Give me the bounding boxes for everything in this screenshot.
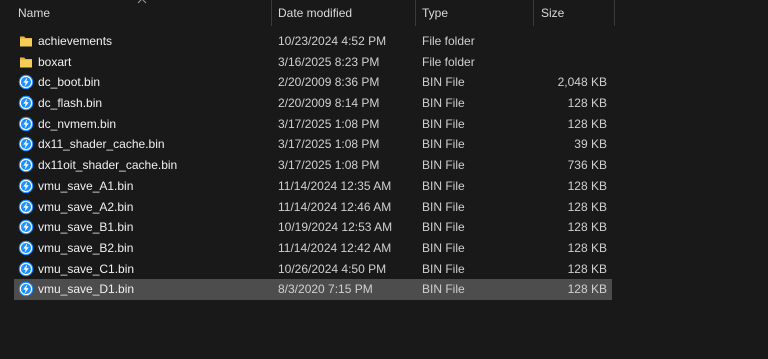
file-date-modified: 3/17/2025 1:08 PM bbox=[278, 116, 380, 131]
file-type: BIN File bbox=[422, 178, 465, 193]
bin-file-icon bbox=[18, 116, 34, 132]
file-date-modified: 10/26/2024 4:50 PM bbox=[278, 261, 387, 276]
file-type: BIN File bbox=[422, 199, 465, 214]
file-date-modified: 10/23/2024 4:52 PM bbox=[278, 34, 387, 48]
file-row[interactable]: dx11_shader_cache.bin 3/17/2025 1:08 PM BI… bbox=[0, 134, 768, 155]
file-size: 128 KB bbox=[567, 116, 607, 131]
file-date-modified: 8/3/2020 7:15 PM bbox=[278, 282, 373, 297]
file-row[interactable]: vmu_save_A2.bin 11/14/2024 12:46 AM BIN Fi… bbox=[0, 197, 768, 218]
column-divider[interactable] bbox=[415, 0, 416, 26]
column-header-name[interactable]: Name bbox=[18, 0, 50, 26]
file-row[interactable]: vmu_save_D1.bin 8/3/2020 7:15 PM BIN File 1… bbox=[0, 279, 768, 300]
file-date-modified: 10/19/2024 12:53 AM bbox=[278, 220, 393, 235]
file-type: BIN File bbox=[422, 137, 465, 152]
bin-file-icon bbox=[18, 74, 34, 90]
file-size: 128 KB bbox=[567, 96, 607, 111]
file-name[interactable]: vmu_save_A2.bin bbox=[38, 197, 133, 218]
bin-file-icon bbox=[18, 178, 34, 194]
file-list: achievements 10/23/2024 4:52 PM File folde… bbox=[0, 31, 768, 300]
file-type: BIN File bbox=[422, 282, 465, 297]
file-type: BIN File bbox=[422, 96, 465, 111]
column-divider[interactable] bbox=[533, 0, 534, 26]
bin-file-icon bbox=[18, 219, 34, 235]
file-date-modified: 11/14/2024 12:42 AM bbox=[278, 240, 392, 255]
bin-file-icon bbox=[18, 157, 34, 173]
file-row[interactable]: vmu_save_B2.bin 11/14/2024 12:42 AM BIN Fi… bbox=[0, 238, 768, 259]
file-row[interactable]: dc_flash.bin 2/20/2009 8:14 PM BIN File 128… bbox=[0, 93, 768, 114]
file-row[interactable]: boxart 3/16/2025 8:23 PM File folder bbox=[0, 52, 768, 73]
file-type: BIN File bbox=[422, 240, 465, 255]
file-type: BIN File bbox=[422, 75, 465, 90]
file-date-modified: 3/16/2025 8:23 PM bbox=[278, 54, 380, 69]
file-name[interactable]: vmu_save_B1.bin bbox=[38, 217, 133, 238]
file-row[interactable]: dx11oit_shader_cache.bin 3/17/2025 1:08 P… bbox=[0, 155, 768, 176]
file-size: 128 KB bbox=[567, 240, 607, 255]
file-name[interactable]: dc_boot.bin bbox=[38, 72, 100, 93]
file-name[interactable]: vmu_save_B2.bin bbox=[38, 238, 133, 259]
sort-ascending-icon[interactable] bbox=[137, 0, 147, 4]
file-size: 2,048 KB bbox=[557, 75, 607, 90]
file-row[interactable]: vmu_save_A1.bin 11/14/2024 12:35 AM BIN Fi… bbox=[0, 176, 768, 197]
file-type: File folder bbox=[422, 34, 475, 48]
file-date-modified: 11/14/2024 12:35 AM bbox=[278, 178, 392, 193]
file-date-modified: 2/20/2009 8:14 PM bbox=[278, 96, 380, 111]
file-date-modified: 11/14/2024 12:46 AM bbox=[278, 199, 392, 214]
folder-icon bbox=[18, 33, 34, 49]
bin-file-icon bbox=[18, 95, 34, 111]
file-date-modified: 3/17/2025 1:08 PM bbox=[278, 158, 380, 173]
bin-file-icon bbox=[18, 281, 34, 297]
file-name[interactable]: dx11oit_shader_cache.bin bbox=[38, 155, 177, 176]
file-date-modified: 2/20/2009 8:36 PM bbox=[278, 75, 380, 90]
column-divider[interactable] bbox=[614, 0, 615, 26]
file-date-modified: 3/17/2025 1:08 PM bbox=[278, 137, 380, 152]
file-type: BIN File bbox=[422, 220, 465, 235]
file-size: 128 KB bbox=[567, 178, 607, 193]
file-size: 128 KB bbox=[567, 199, 607, 214]
file-name[interactable]: achievements bbox=[38, 31, 112, 52]
file-size: 128 KB bbox=[567, 220, 607, 235]
file-type: BIN File bbox=[422, 116, 465, 131]
file-size bbox=[540, 52, 607, 73]
bin-file-icon bbox=[18, 240, 34, 256]
bin-file-icon bbox=[18, 199, 34, 215]
file-row[interactable]: dc_boot.bin 2/20/2009 8:36 PM BIN File 2,04… bbox=[0, 72, 768, 93]
file-row[interactable]: dc_nvmem.bin 3/17/2025 1:08 PM BIN File 128… bbox=[0, 114, 768, 135]
file-row[interactable]: vmu_save_C1.bin 10/26/2024 4:50 PM BIN Fil… bbox=[0, 259, 768, 280]
column-header-bar: Name Date modified Type Size bbox=[0, 0, 768, 26]
column-header-date-modified[interactable]: Date modified bbox=[278, 0, 352, 26]
column-divider[interactable] bbox=[271, 0, 272, 26]
file-name[interactable]: dc_nvmem.bin bbox=[38, 114, 116, 135]
file-name[interactable]: vmu_save_D1.bin bbox=[38, 279, 134, 300]
file-size: 736 KB bbox=[567, 158, 607, 173]
file-name[interactable]: dx11_shader_cache.bin bbox=[38, 134, 165, 155]
column-header-type[interactable]: Type bbox=[422, 0, 448, 26]
file-row[interactable]: achievements 10/23/2024 4:52 PM File folde… bbox=[0, 31, 768, 52]
file-size: 39 KB bbox=[574, 137, 607, 152]
file-name[interactable]: dc_flash.bin bbox=[38, 93, 102, 114]
bin-file-icon bbox=[18, 136, 34, 152]
file-size: 128 KB bbox=[567, 282, 607, 297]
file-size: 128 KB bbox=[567, 261, 607, 276]
folder-icon bbox=[18, 54, 34, 70]
file-type: File folder bbox=[422, 54, 475, 69]
file-row[interactable]: vmu_save_B1.bin 10/19/2024 12:53 AM BIN Fi… bbox=[0, 217, 768, 238]
file-type: BIN File bbox=[422, 158, 465, 173]
file-size bbox=[540, 31, 607, 52]
file-name[interactable]: vmu_save_C1.bin bbox=[38, 259, 134, 280]
file-name[interactable]: vmu_save_A1.bin bbox=[38, 176, 133, 197]
file-type: BIN File bbox=[422, 261, 465, 276]
file-name[interactable]: boxart bbox=[38, 52, 71, 73]
column-header-size[interactable]: Size bbox=[541, 0, 564, 26]
bin-file-icon bbox=[18, 261, 34, 277]
